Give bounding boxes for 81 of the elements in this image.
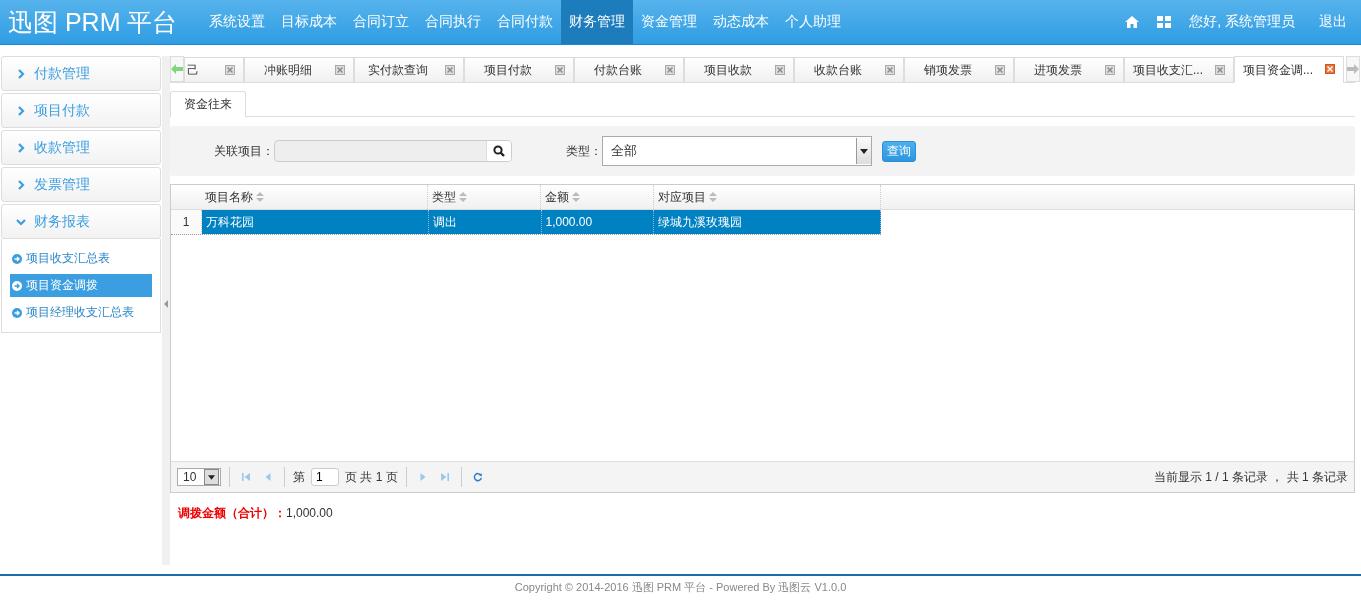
close-icon[interactable]	[225, 65, 235, 75]
caret-icon	[860, 148, 868, 154]
page-tab[interactable]: 进项发票	[1014, 57, 1124, 82]
sort-icon[interactable]	[459, 192, 467, 202]
table-cell: 调出	[428, 210, 542, 234]
content-tab[interactable]: 资金往来	[170, 91, 246, 117]
field-label: 关联项目：	[214, 142, 274, 160]
arrow-left-icon	[171, 64, 183, 74]
project-field[interactable]	[274, 140, 512, 162]
table-cell: 1,000.00	[541, 210, 655, 234]
sidebar-group-label: 财务报表	[34, 212, 90, 231]
column-header[interactable]: 类型	[428, 185, 541, 209]
chevron-right-icon	[16, 142, 26, 153]
page-tab[interactable]: 项目付款	[464, 57, 574, 82]
copyright-text: Copyright © 2014-2016 迅图 PRM 平台 - Powered By 迅图云 V1.0.0	[514, 579, 847, 595]
chevron-right-icon	[16, 179, 26, 190]
sidebar-group-label: 项目付款	[34, 101, 90, 120]
total-value: 1,000.00	[286, 506, 333, 520]
field-label: 类型：	[566, 142, 602, 160]
page-tab[interactable]: 己	[184, 57, 244, 82]
close-icon[interactable]	[885, 65, 895, 75]
page-number-field[interactable]: 1	[311, 468, 339, 486]
chevron-right-icon	[16, 68, 26, 79]
page-size-select[interactable]: 10	[177, 468, 221, 486]
row-number: 1	[171, 210, 202, 234]
page-label: 第	[293, 468, 305, 486]
arrow-right-icon	[1347, 64, 1359, 74]
caret-icon	[208, 474, 215, 480]
close-icon[interactable]	[1215, 65, 1225, 75]
first-page-icon[interactable]	[241, 472, 251, 482]
refresh-icon[interactable]	[472, 472, 483, 482]
last-page-icon[interactable]	[439, 472, 450, 482]
page-tab[interactable]: 收款台账	[794, 57, 904, 82]
table-cell: 绿城九溪玫瑰园	[654, 210, 881, 234]
column-header[interactable]: 对应项目	[654, 185, 881, 209]
sidebar-link[interactable]: 项目经理收支汇总表	[10, 301, 152, 324]
home-icon[interactable]	[1125, 16, 1140, 28]
table-row[interactable]: 1 万科花园 调出 1,000.00 绿城九溪玫瑰园	[171, 210, 881, 235]
column-header[interactable]: 金额	[541, 185, 654, 209]
scroll-right-button[interactable]	[1346, 56, 1360, 82]
close-icon[interactable]	[555, 65, 565, 75]
sidebar-group-label: 发票管理	[34, 175, 90, 194]
search-icon[interactable]	[493, 145, 505, 157]
table-cell: 万科花园	[202, 210, 429, 234]
column-header[interactable]: 项目名称	[201, 185, 428, 209]
page-tab[interactable]: 销项发票	[904, 57, 1014, 82]
collapse-arrow-icon[interactable]	[164, 299, 168, 308]
record-summary: 当前显示 1 / 1 条记录 ， 共 1 条记录	[1153, 468, 1348, 486]
close-icon[interactable]	[1105, 65, 1115, 75]
page-tab[interactable]: 项目收支汇...	[1124, 57, 1234, 82]
sort-icon[interactable]	[256, 192, 264, 202]
close-icon[interactable]	[335, 65, 345, 75]
sidebar-link[interactable]: 项目收支汇总表	[10, 247, 152, 270]
close-icon[interactable]	[1325, 64, 1335, 74]
grid-icon[interactable]	[1157, 16, 1172, 28]
page-tab[interactable]: 项目资金调...	[1234, 56, 1344, 83]
scroll-left-button[interactable]	[170, 56, 184, 82]
sidebar-group-label: 收款管理	[34, 138, 90, 157]
arrow-circle-icon	[12, 307, 22, 318]
type-select[interactable]: 全部	[602, 136, 872, 166]
page-tab[interactable]: 项目收款	[684, 57, 794, 82]
chevron-down-icon	[16, 216, 26, 227]
sort-icon[interactable]	[572, 192, 580, 202]
page-tab[interactable]: 实付款查询	[354, 57, 464, 82]
previous-page-icon[interactable]	[263, 472, 273, 482]
sidebar-group-label: 付款管理	[34, 64, 90, 83]
chevron-right-icon	[16, 105, 26, 116]
close-icon[interactable]	[665, 65, 675, 75]
arrow-circle-icon	[12, 253, 22, 264]
nav-menu-item[interactable]: 财务管理	[561, 0, 634, 44]
total-label: 调拨金额（合计）：	[178, 506, 286, 520]
close-icon[interactable]	[995, 65, 1005, 75]
page-tab[interactable]: 冲账明细	[244, 57, 354, 82]
page-tab[interactable]: 付款台账	[574, 57, 684, 82]
arrow-circle-icon	[12, 280, 22, 291]
sort-icon[interactable]	[709, 192, 717, 202]
close-icon[interactable]	[445, 65, 455, 75]
close-icon[interactable]	[775, 65, 785, 75]
page-label: 页 共 1 页	[345, 468, 398, 486]
app-logo: 迅图 PRM 平台	[7, 6, 179, 38]
user-greeting: 您好, 系统管理员	[1189, 13, 1295, 31]
